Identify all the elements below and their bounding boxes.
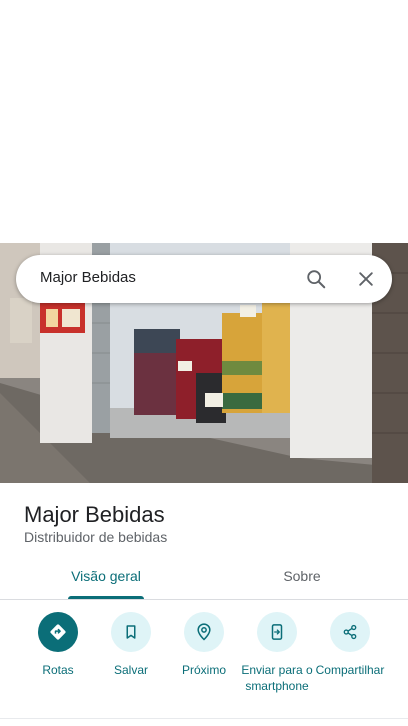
- nearby-label: Próximo: [181, 663, 226, 677]
- close-icon: [359, 272, 373, 286]
- share-button[interactable]: Compartilhar: [310, 612, 390, 678]
- tab-about[interactable]: Sobre: [200, 558, 404, 600]
- share-button-circle[interactable]: [330, 612, 370, 652]
- selected-tab-indicator: [68, 596, 144, 599]
- share-label: Compartilhar: [315, 663, 385, 677]
- nearby-button[interactable]: Próximo: [164, 612, 244, 678]
- directions-icon: [50, 624, 66, 640]
- send-to-phone-button-circle[interactable]: [257, 612, 297, 652]
- divider: [0, 718, 408, 719]
- place-tabs: Visão geral Sobre: [0, 558, 408, 600]
- search-icon: [307, 270, 326, 289]
- bookmark-icon: [126, 625, 136, 639]
- directions-button-circle[interactable]: [38, 612, 78, 652]
- send-to-phone-label: Enviar para o smartphone: [241, 663, 313, 693]
- save-button[interactable]: Salvar: [91, 612, 171, 678]
- directions-button[interactable]: Rotas: [18, 612, 98, 678]
- action-buttons-row: Rotas Salvar Próximo Enviar para o smart…: [0, 612, 408, 712]
- place-title: Major Bebidas: [24, 502, 165, 527]
- clear-search-button[interactable]: [352, 265, 380, 293]
- place-category[interactable]: Distribuidor de bebidas: [24, 529, 167, 545]
- search-query-text[interactable]: Major Bebidas: [40, 269, 136, 286]
- nearby-icon: [197, 623, 211, 641]
- search-button[interactable]: [302, 265, 330, 293]
- map-blank-area: [0, 0, 408, 243]
- share-icon: [343, 624, 357, 640]
- save-button-circle[interactable]: [111, 612, 151, 652]
- send-to-phone-button[interactable]: Enviar para o smartphone: [237, 612, 317, 694]
- save-label: Salvar: [113, 663, 148, 677]
- tab-overview[interactable]: Visão geral: [4, 558, 208, 600]
- search-bar[interactable]: Major Bebidas: [16, 255, 392, 303]
- directions-label: Rotas: [42, 663, 74, 677]
- send-to-phone-icon: [271, 624, 283, 640]
- nearby-button-circle[interactable]: [184, 612, 224, 652]
